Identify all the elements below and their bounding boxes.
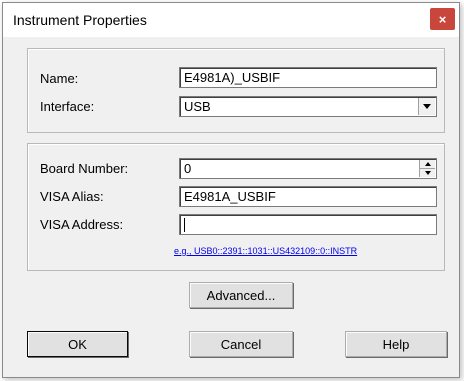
identity-group: Name: E4981A)_USBIF Interface: USB — [27, 48, 445, 133]
cancel-button[interactable]: Cancel — [189, 331, 293, 357]
visa-alias-label: VISA Alias: — [40, 189, 104, 204]
board-number-stepper[interactable]: 0 — [179, 158, 437, 179]
text-cursor — [184, 217, 185, 232]
example-address-link[interactable]: e.g., USB0::2391::1031::US432109::0::INS… — [174, 246, 357, 256]
interface-select[interactable]: USB — [179, 96, 437, 117]
name-label: Name: — [40, 71, 79, 86]
visa-alias-field[interactable]: E4981A_USBIF — [179, 186, 437, 207]
advanced-button[interactable]: Advanced... — [189, 282, 293, 308]
visa-address-label: VISA Address: — [40, 217, 124, 232]
close-button[interactable]: × — [430, 8, 455, 30]
dialog-title: Instrument Properties — [13, 12, 147, 28]
ok-button[interactable]: OK — [27, 331, 128, 357]
spin-up-icon[interactable] — [420, 160, 435, 169]
title-bar[interactable]: Instrument Properties × — [3, 3, 459, 37]
visa-address-field[interactable] — [179, 214, 437, 235]
board-number-label: Board Number: — [40, 161, 129, 176]
instrument-properties-dialog: Instrument Properties × Name: E4981A)_US… — [2, 2, 460, 378]
help-button[interactable]: Help — [345, 331, 447, 357]
name-field[interactable]: E4981A)_USBIF — [179, 67, 437, 88]
interface-label: Interface: — [40, 99, 95, 114]
close-icon: × — [438, 11, 447, 27]
visa-group: Board Number: 0 VISA Alias: E4981A_USBIF… — [27, 143, 445, 271]
spinner-icon[interactable] — [419, 160, 435, 177]
chevron-down-icon[interactable] — [418, 98, 435, 115]
spin-down-icon[interactable] — [420, 169, 435, 177]
